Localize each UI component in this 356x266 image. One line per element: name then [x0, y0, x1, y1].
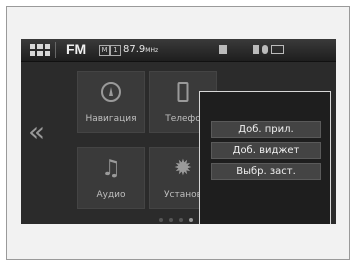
- phone-icon: [177, 82, 189, 102]
- audio-source-label: FM: [66, 41, 87, 57]
- gear-icon: ✹: [173, 156, 193, 181]
- page-dot-active: [189, 218, 193, 222]
- signal-icon: [253, 45, 259, 54]
- status-bar: FM M 1 87.9MHz: [21, 39, 336, 62]
- home-menu-button[interactable]: [30, 44, 50, 56]
- music-note-icon: ♫: [101, 156, 121, 181]
- tile-audio[interactable]: ♫ Аудио: [77, 147, 145, 209]
- previous-page-arrow-icon[interactable]: «: [28, 117, 45, 147]
- frequency-unit: MHz: [145, 47, 159, 54]
- tile-navigation[interactable]: Навигация: [77, 71, 145, 133]
- head-unit-screen: FM M 1 87.9MHz « Навигация Телефо ♫ Ауди…: [21, 39, 336, 224]
- navigation-icon: [101, 82, 121, 102]
- battery-icon: [271, 45, 284, 54]
- choose-wallpaper-button[interactable]: Выбр. заст.: [211, 163, 321, 180]
- status-separator: [55, 42, 56, 58]
- tile-label: Аудио: [96, 190, 126, 200]
- bluetooth-icon: [262, 45, 268, 54]
- band-indicator-1: M: [99, 45, 110, 56]
- frequency-value: 87.9: [123, 44, 146, 55]
- home-screen: « Навигация Телефо ♫ Аудио ✹ Установ Доб…: [21, 62, 336, 224]
- message-icon: [219, 45, 227, 54]
- page-dot: [169, 218, 173, 222]
- options-popup-menu: Доб. прил. Доб. виджет Выбр. заст.: [199, 91, 331, 224]
- add-widget-button[interactable]: Доб. виджет: [211, 142, 321, 159]
- page-dot: [159, 218, 163, 222]
- frequency-readout: 87.9MHz: [123, 44, 158, 55]
- add-app-button[interactable]: Доб. прил.: [211, 121, 321, 138]
- band-indicator-2: 1: [110, 45, 121, 56]
- page-dot: [179, 218, 183, 222]
- page-indicator: [159, 218, 193, 222]
- tile-label: Навигация: [85, 114, 137, 124]
